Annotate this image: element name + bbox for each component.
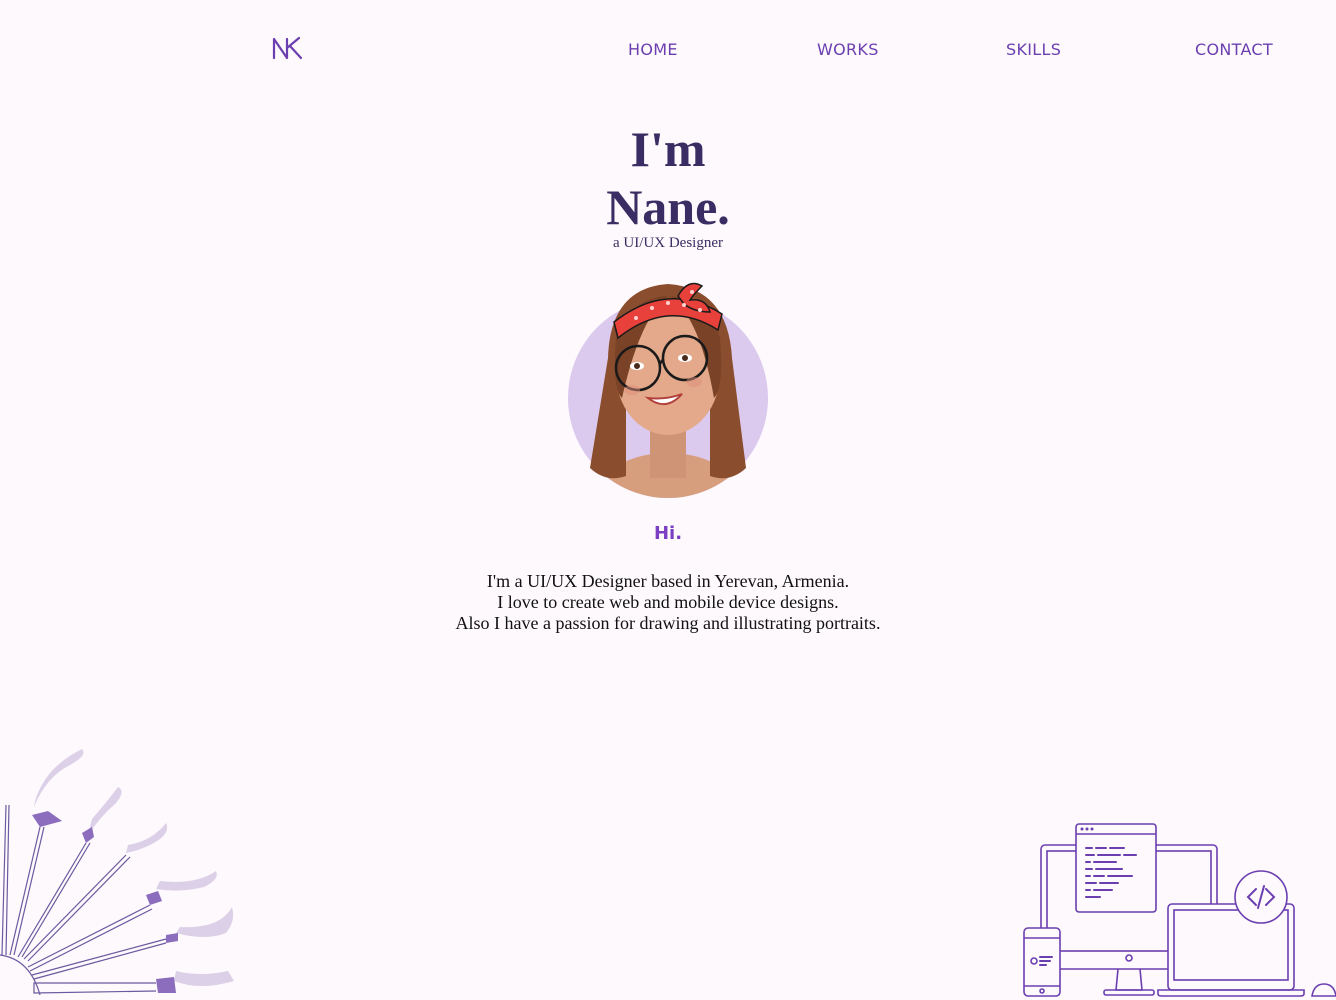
greeting: Hi. (653, 523, 683, 544)
logo[interactable]: NK (271, 34, 305, 62)
avatar (568, 282, 768, 498)
nav-works[interactable]: WORKS (817, 40, 879, 59)
paint-brushes-illustration (0, 749, 234, 996)
hero-title-line2: Nane. (606, 179, 730, 235)
hero-title-line1: I'm (630, 121, 706, 177)
bio-text: I'm a UI/UX Designer based in Yerevan, A… (0, 571, 1336, 634)
hero-subtitle: a UI/UX Designer (613, 235, 723, 251)
bio-line: I'm a UI/UX Designer based in Yerevan, A… (486, 571, 850, 591)
nav-home[interactable]: HOME (628, 40, 678, 59)
bio-line: I love to create web and mobile device d… (497, 592, 839, 612)
devices-illustration (1023, 823, 1336, 997)
nav-skills[interactable]: SKILLS (1006, 40, 1061, 59)
bio-line: Also I have a passion for drawing and il… (455, 613, 881, 633)
nav-contact[interactable]: CONTACT (1195, 40, 1273, 59)
